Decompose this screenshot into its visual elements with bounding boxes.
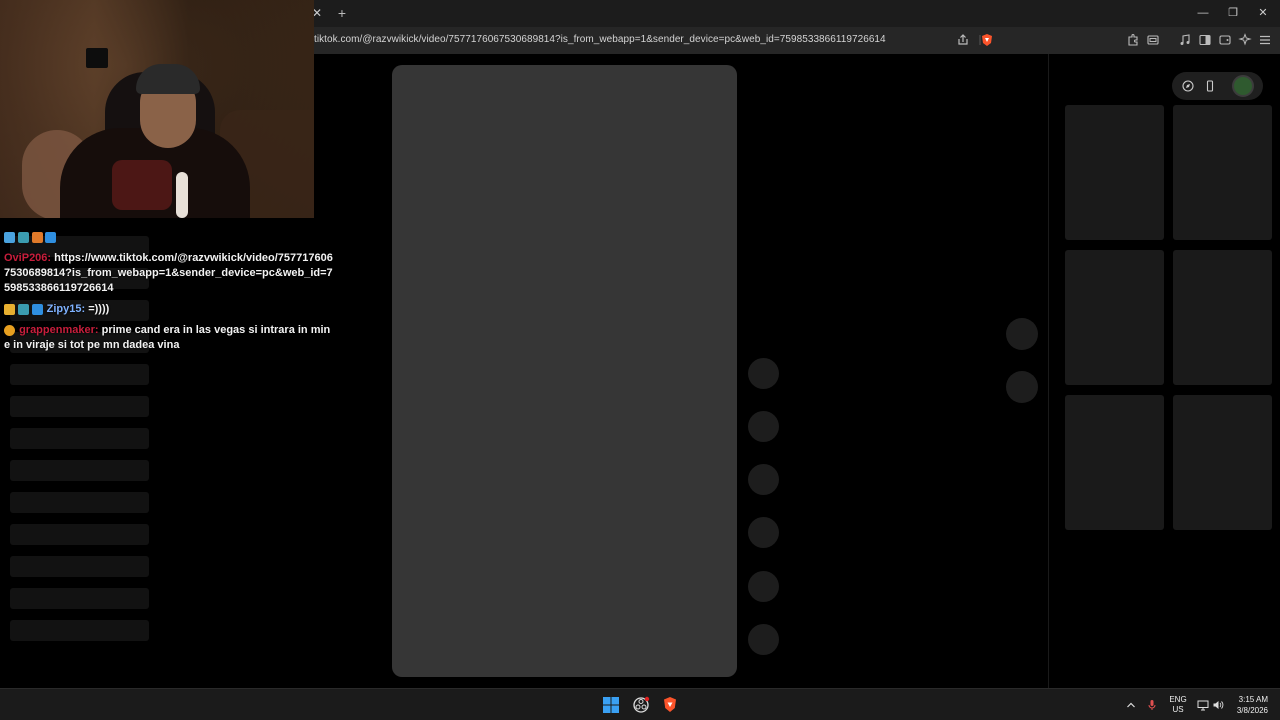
chat-text: https://www.tiktok.com/@razvwikick/video… [4, 252, 333, 294]
coin-badge-icon [4, 324, 15, 336]
obs-icon[interactable] [632, 696, 650, 714]
streamer-cap [136, 64, 200, 94]
cube-badge-icon [45, 231, 57, 243]
sidebar-icon[interactable] [1198, 33, 1212, 47]
previous-video-button[interactable] [1006, 318, 1038, 350]
cube-badge-icon [31, 303, 43, 315]
chat-badges [4, 324, 16, 337]
bookmark-button[interactable] [748, 464, 779, 495]
windows-taskbar: ENG US 3:15 AM 3/8/2026 [0, 688, 1280, 720]
minimize-button[interactable]: — [1188, 4, 1218, 22]
sidebar-divider [1048, 54, 1049, 688]
related-video-tile[interactable] [1065, 250, 1164, 385]
brave-shields-icon[interactable] [980, 33, 994, 47]
windows-start-icon[interactable] [602, 696, 620, 714]
brave-browser-icon[interactable] [661, 696, 679, 714]
shirt-print [112, 160, 172, 210]
related-video-tile[interactable] [1173, 395, 1272, 530]
leo-ai-icon[interactable] [1238, 33, 1252, 47]
microphone-icon[interactable] [1146, 699, 1158, 711]
comment-button[interactable] [748, 411, 779, 442]
menu-icon[interactable] [1258, 33, 1272, 47]
video-player-placeholder[interactable] [392, 65, 737, 677]
skeleton-nav-item [10, 620, 149, 641]
maximize-button[interactable]: ❐ [1218, 4, 1248, 22]
sound-button[interactable] [748, 624, 779, 655]
skeleton-nav-item [10, 396, 149, 417]
chat-username[interactable]: Zipy15: [47, 303, 86, 315]
chat-badges [4, 303, 44, 316]
skeleton-nav-item [10, 460, 149, 481]
volume-icon[interactable] [1212, 699, 1224, 711]
network-icon[interactable] [1197, 699, 1209, 711]
chat-username[interactable]: grappenmaker: [19, 324, 98, 336]
like-button[interactable] [748, 358, 779, 389]
language-code: ENG [1169, 695, 1187, 704]
system-clock[interactable]: 3:15 AM 3/8/2026 [1230, 694, 1268, 716]
chat-text: =)))) [88, 303, 110, 315]
mobile-icon[interactable] [1203, 79, 1217, 93]
brave-wallet-icon[interactable] [1218, 33, 1232, 47]
related-video-tile[interactable] [1173, 105, 1272, 240]
share-icon[interactable] [956, 33, 970, 47]
skeleton-nav-item [10, 364, 149, 385]
stream-chat: OviP206: https://www.tiktok.com/@razvwik… [4, 230, 336, 359]
skeleton-nav-item [10, 524, 149, 545]
avatar[interactable] [1232, 75, 1254, 97]
more-action-button[interactable] [748, 571, 779, 602]
webcam-overlay [0, 0, 314, 218]
skeleton-nav-item [10, 492, 149, 513]
chat-username[interactable]: OviP206: [4, 252, 51, 264]
chat-message: Zipy15: =)))) [4, 302, 336, 317]
grid-badge-icon [17, 303, 29, 315]
compass-icon[interactable] [1181, 79, 1195, 93]
next-video-button[interactable] [1006, 371, 1038, 403]
gear-badge-icon [31, 231, 43, 243]
chat-message: OviP206: https://www.tiktok.com/@razvwik… [4, 251, 336, 296]
crown-badge-icon [4, 303, 15, 315]
related-video-tile[interactable] [1065, 105, 1164, 240]
url-field[interactable]: tiktok.com/@razvwikick/video/75771760675… [314, 34, 886, 45]
header-actions [1172, 72, 1263, 100]
related-video-tile[interactable] [1173, 250, 1272, 385]
chat-badges [4, 231, 57, 244]
chat-message [4, 230, 336, 245]
extensions-icon[interactable] [1126, 33, 1140, 47]
region-code: US [1172, 705, 1184, 714]
wallet-icon[interactable] [1146, 33, 1160, 47]
sword-badge-icon [4, 231, 15, 243]
media-icon[interactable] [1178, 33, 1192, 47]
grid-badge-icon [17, 231, 29, 243]
new-tab-button[interactable]: + [334, 5, 350, 21]
close-window-button[interactable]: ✕ [1248, 4, 1278, 22]
skeleton-nav-item [10, 556, 149, 577]
skeleton-nav-item [10, 428, 149, 449]
chat-message: grappenmaker: prime cand era in las vega… [4, 323, 336, 353]
related-video-tile[interactable] [1065, 395, 1164, 530]
skeleton-nav-item [10, 588, 149, 609]
wall-decoration [86, 48, 108, 68]
clock-time: 3:15 AM [1238, 695, 1268, 704]
chevron-up-icon[interactable] [1125, 699, 1137, 711]
share-button[interactable] [748, 517, 779, 548]
microphone [176, 172, 188, 218]
clock-date: 3/8/2026 [1236, 706, 1268, 715]
input-language[interactable]: ENG US [1168, 695, 1188, 715]
